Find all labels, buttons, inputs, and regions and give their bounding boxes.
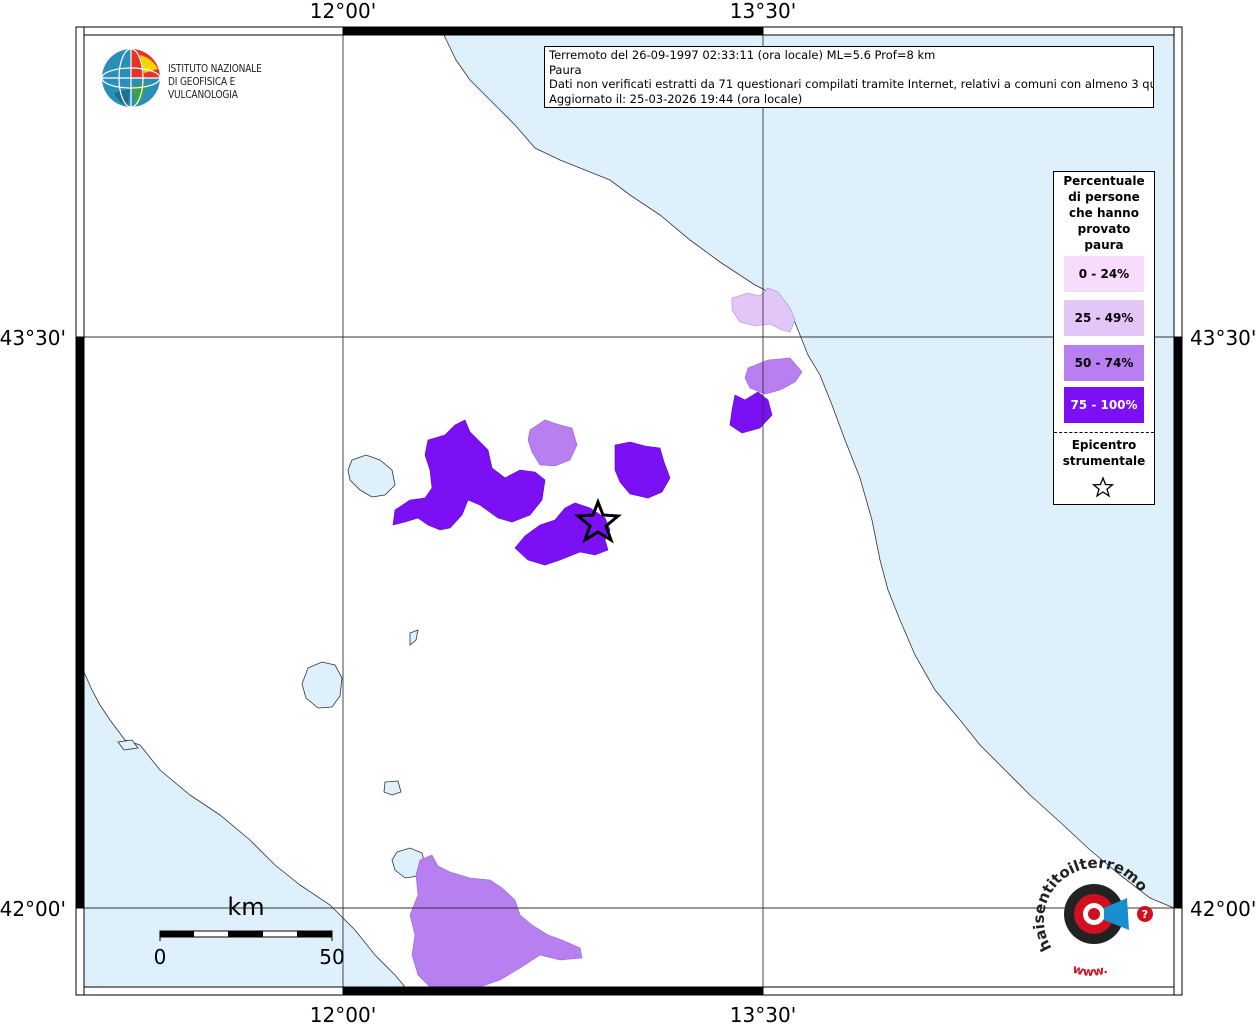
legend-class-0-24: 0 - 24% bbox=[1064, 256, 1144, 292]
ingv-logo: ISTITUTO NAZIONALE DI GEOFISICA E VULCAN… bbox=[100, 47, 320, 111]
legend-epicenter-line: Epicentro bbox=[1071, 438, 1137, 452]
globe-icon bbox=[101, 48, 161, 108]
legend-class-50-74: 50 - 74% bbox=[1064, 345, 1144, 381]
legend-title-line: Percentuale bbox=[1063, 174, 1145, 188]
legend: Percentuale di persone che hanno provato… bbox=[1053, 171, 1155, 505]
event-info-line1: Terremoto del 26-09-1997 02:33:11 (ora l… bbox=[549, 48, 936, 62]
lon-label-top-right: 13°30' bbox=[730, 0, 796, 23]
legend-title-line: provato bbox=[1077, 222, 1131, 236]
lat-label-left-upper: 43°30' bbox=[0, 326, 66, 350]
scale-min-label: 0 bbox=[154, 945, 167, 969]
legend-title-line: di persone bbox=[1068, 190, 1140, 204]
legend-title-line: che hanno bbox=[1069, 206, 1139, 220]
legend-epicenter-line: strumentale bbox=[1062, 454, 1146, 468]
lat-label-right-lower: 42°00' bbox=[1190, 897, 1256, 921]
svg-text:?: ? bbox=[1142, 908, 1148, 921]
ingv-logo-line2: DI GEOFISICA E VULCANOLOGIA bbox=[168, 76, 238, 101]
legend-class-75-100: 75 - 100% bbox=[1064, 387, 1144, 423]
lon-label-bottom-right: 13°30' bbox=[730, 1003, 796, 1024]
lon-label-bottom-left: 12°00' bbox=[310, 1003, 376, 1024]
legend-title: Percentuale di persone che hanno provato… bbox=[1054, 173, 1154, 253]
event-info-box: Terremoto del 26-09-1997 02:33:11 (ora l… bbox=[544, 46, 1154, 108]
event-info-line2: Paura bbox=[549, 62, 582, 77]
ingv-logo-line1: ISTITUTO NAZIONALE bbox=[168, 63, 262, 75]
lake-vico bbox=[383, 780, 402, 796]
lon-label-top-left: 12°00' bbox=[310, 0, 376, 23]
lat-label-right-upper: 43°30' bbox=[1190, 326, 1256, 350]
event-info-line3: Dati non verificati estratti da 71 quest… bbox=[549, 77, 1154, 91]
haisentito-logo: haisentitoilterremoto.it www. ? bbox=[1032, 852, 1153, 978]
legend-class-25-49: 25 - 49% bbox=[1064, 300, 1144, 336]
legend-title-line: paura bbox=[1084, 238, 1124, 252]
lat-label-left-lower: 42°00' bbox=[0, 897, 66, 921]
haisentito-logo-www: www. bbox=[1071, 962, 1109, 978]
legend-separator bbox=[1054, 432, 1154, 433]
legend-epicenter-title: Epicentro strumentale bbox=[1054, 437, 1154, 469]
scale-unit-label: km bbox=[227, 893, 264, 921]
event-info-line4: Aggiornato il: 25-03-2026 19:44 (ora loc… bbox=[549, 91, 803, 106]
star-outline-icon bbox=[1092, 476, 1114, 498]
scale-max-label: 50 bbox=[319, 945, 344, 969]
